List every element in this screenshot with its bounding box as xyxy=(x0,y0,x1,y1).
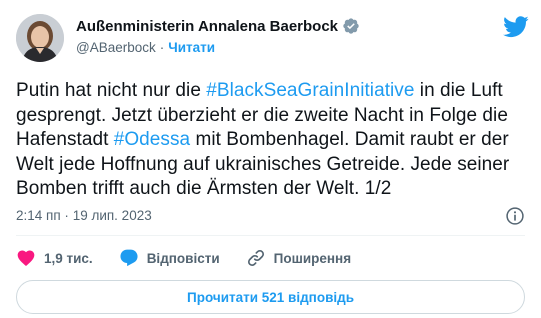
share-label: Поширення xyxy=(273,250,352,266)
action-bar: 1,9 тис. Відповісти Поширення xyxy=(16,248,377,268)
tweet-text: Putin hat nicht nur die #BlackSeaGrainIn… xyxy=(16,79,531,202)
author-name-row: Außenministerin Annalena Baerbock xyxy=(76,17,360,35)
avatar-photo xyxy=(16,14,64,62)
reply-button[interactable]: Відповісти xyxy=(119,248,220,268)
handle-row: @ABaerbock · Читати xyxy=(76,40,215,55)
avatar[interactable] xyxy=(16,14,64,62)
handle-separator: · xyxy=(159,40,165,55)
author-name[interactable]: Außenministerin Annalena Baerbock xyxy=(76,18,338,35)
follow-link[interactable]: Читати xyxy=(168,40,215,55)
tweet-embed-card: Außenministerin Annalena Baerbock @ABaer… xyxy=(0,0,541,318)
like-count: 1,9 тис. xyxy=(44,250,93,266)
author-handle[interactable]: @ABaerbock xyxy=(76,40,156,55)
hashtag-link[interactable]: #Odessa xyxy=(114,129,190,150)
reply-bubble-icon xyxy=(120,249,138,267)
like-button[interactable]: 1,9 тис. xyxy=(16,248,93,268)
share-button[interactable]: Поширення xyxy=(246,248,351,268)
reply-label: Відповісти xyxy=(146,250,220,266)
tweet-date: 19 лип. 2023 xyxy=(72,208,152,223)
verified-badge-icon xyxy=(343,18,359,34)
share-link-icon xyxy=(247,249,264,267)
tweet-timestamp[interactable]: 2:14 пп · 19 лип. 2023 xyxy=(16,208,152,223)
timestamp-separator: · xyxy=(64,208,69,223)
read-replies-label: Прочитати 521 відповідь xyxy=(187,289,354,305)
divider xyxy=(16,235,525,236)
info-icon[interactable] xyxy=(505,206,525,226)
tweet-time: 2:14 пп xyxy=(16,208,61,223)
tweet-text-segment: Putin hat nicht nur die xyxy=(16,80,207,101)
read-replies-button[interactable]: Прочитати 521 відповідь xyxy=(16,280,525,314)
heart-icon xyxy=(17,250,35,267)
hashtag-link[interactable]: #BlackSeaGrainInitiative xyxy=(206,80,414,101)
twitter-logo-icon[interactable] xyxy=(503,16,529,38)
